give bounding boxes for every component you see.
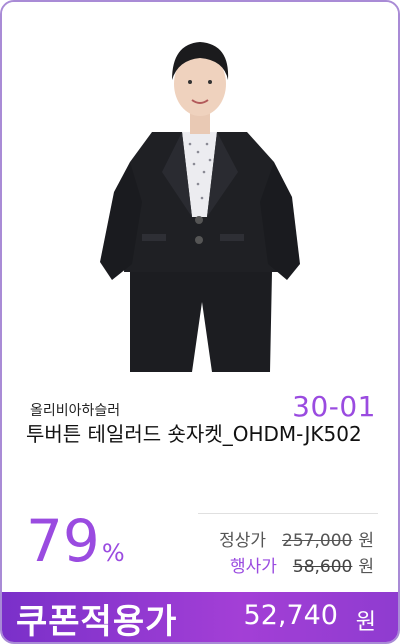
discount-rate: 79% (26, 510, 125, 572)
regular-price-value: 257,000 (282, 531, 353, 551)
product-code: 30-01 (292, 390, 376, 423)
sale-price-unit: 원 (358, 557, 374, 577)
coupon-price-unit: 원 (355, 610, 376, 635)
regular-price: 정상가 257,000 원 (219, 526, 374, 551)
product-card[interactable]: 30-01 올리비아하슬러 투버튼 테일러드 숏자켓_OHDM-JK502 79… (0, 0, 400, 644)
sale-price-label: 행사가 (229, 557, 277, 577)
sale-price: 행사가 58,600 원 (230, 552, 374, 577)
model-jacket-illustration (100, 42, 300, 372)
regular-price-unit: 원 (358, 531, 374, 551)
coupon-price-banner[interactable]: 쿠폰적용가 52,740 원 (2, 592, 398, 642)
coupon-label: 쿠폰적용가 (16, 602, 178, 642)
product-title[interactable]: 투버튼 테일러드 숏자켓_OHDM-JK502 (26, 420, 376, 448)
sale-price-value: 58,600 (292, 557, 353, 577)
discount-value: 79 (26, 507, 100, 575)
coupon-price-value: 52,740 (243, 600, 338, 631)
price-divider (198, 513, 378, 514)
product-image[interactable] (2, 2, 398, 372)
brand-name[interactable]: 올리비아하슬러 (30, 400, 120, 420)
discount-unit: % (101, 539, 125, 567)
regular-price-label: 정상가 (219, 531, 267, 551)
